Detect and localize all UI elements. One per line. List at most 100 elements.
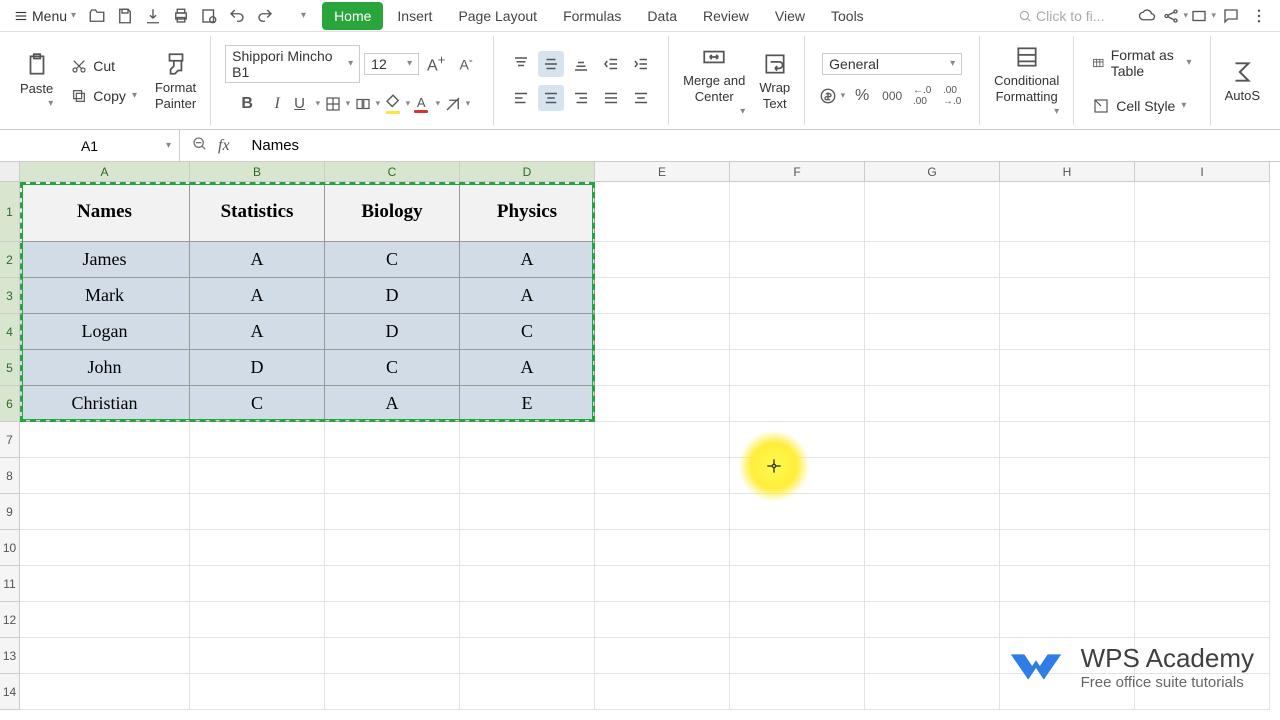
cell-I4[interactable] xyxy=(1135,314,1270,350)
font-color-button[interactable]: A▾ xyxy=(414,91,440,117)
cell-C1[interactable]: Biology xyxy=(325,182,460,242)
comma-icon[interactable]: 000 xyxy=(879,83,905,109)
col-header-H[interactable]: H xyxy=(1000,162,1135,182)
cell-H9[interactable] xyxy=(1000,494,1135,530)
tab-tools[interactable]: Tools xyxy=(819,2,876,30)
cell-E1[interactable] xyxy=(595,182,730,242)
cell-I10[interactable] xyxy=(1135,530,1270,566)
cell-D9[interactable] xyxy=(460,494,595,530)
merge-center-button[interactable]: Merge and Center▾ xyxy=(679,43,749,118)
cell-F11[interactable] xyxy=(730,566,865,602)
cell-I1[interactable] xyxy=(1135,182,1270,242)
align-bottom-icon[interactable] xyxy=(568,51,594,77)
cell-E14[interactable] xyxy=(595,674,730,710)
align-left-icon[interactable] xyxy=(508,85,534,111)
row-header-9[interactable]: 9 xyxy=(0,494,20,530)
cell-H6[interactable] xyxy=(1000,386,1135,422)
cell-I5[interactable] xyxy=(1135,350,1270,386)
orientation-icon[interactable] xyxy=(628,85,654,111)
cell-I2[interactable] xyxy=(1135,242,1270,278)
col-header-E[interactable]: E xyxy=(595,162,730,182)
cell-G9[interactable] xyxy=(865,494,1000,530)
number-format-select[interactable]: General▾ xyxy=(822,53,962,75)
cell-F4[interactable] xyxy=(730,314,865,350)
cell-H2[interactable] xyxy=(1000,242,1135,278)
align-justify-icon[interactable] xyxy=(598,85,624,111)
cell-B1[interactable]: Statistics xyxy=(190,182,325,242)
bold-button[interactable]: B xyxy=(234,91,260,117)
tab-insert[interactable]: Insert xyxy=(385,2,444,30)
tab-data[interactable]: Data xyxy=(635,2,689,30)
cell-G2[interactable] xyxy=(865,242,1000,278)
cell-D8[interactable] xyxy=(460,458,595,494)
name-box[interactable]: A1 ▾ xyxy=(0,130,180,161)
cell-A8[interactable] xyxy=(20,458,190,494)
align-middle-icon[interactable] xyxy=(538,51,564,77)
cell-A5[interactable]: John xyxy=(20,350,190,386)
cell-E10[interactable] xyxy=(595,530,730,566)
tab-page-layout[interactable]: Page Layout xyxy=(446,2,549,30)
font-name-select[interactable]: Shippori Mincho B1▾ xyxy=(225,45,360,83)
app-menu-button[interactable]: Menu ▾ xyxy=(8,4,82,28)
cell-G12[interactable] xyxy=(865,602,1000,638)
cell-D3[interactable]: A xyxy=(460,278,595,314)
cell-E13[interactable] xyxy=(595,638,730,674)
cell-H5[interactable] xyxy=(1000,350,1135,386)
increase-decimal-icon[interactable]: .00→.0 xyxy=(939,83,965,109)
cell-E3[interactable] xyxy=(595,278,730,314)
cell-A11[interactable] xyxy=(20,566,190,602)
col-header-A[interactable]: A xyxy=(20,162,190,182)
undo-icon[interactable] xyxy=(224,3,250,29)
cell-C3[interactable]: D xyxy=(325,278,460,314)
cell-I12[interactable] xyxy=(1135,602,1270,638)
cell-H11[interactable] xyxy=(1000,566,1135,602)
cell-G5[interactable] xyxy=(865,350,1000,386)
cell-B11[interactable] xyxy=(190,566,325,602)
cell-C14[interactable] xyxy=(325,674,460,710)
cell-G3[interactable] xyxy=(865,278,1000,314)
align-right-icon[interactable] xyxy=(568,85,594,111)
cell-A7[interactable] xyxy=(20,422,190,458)
col-header-F[interactable]: F xyxy=(730,162,865,182)
cell-G8[interactable] xyxy=(865,458,1000,494)
cell-C6[interactable]: A xyxy=(325,386,460,422)
cell-D2[interactable]: A xyxy=(460,242,595,278)
cell-G10[interactable] xyxy=(865,530,1000,566)
cell-A9[interactable] xyxy=(20,494,190,530)
cell-B5[interactable]: D xyxy=(190,350,325,386)
cell-B13[interactable] xyxy=(190,638,325,674)
conditional-formatting-button[interactable]: Conditional Formatting▾ xyxy=(990,43,1063,118)
indent-decrease-icon[interactable] xyxy=(598,51,624,77)
cell-D7[interactable] xyxy=(460,422,595,458)
row-header-5[interactable]: 5 xyxy=(0,350,20,386)
cell-D6[interactable]: E xyxy=(460,386,595,422)
row-header-3[interactable]: 3 xyxy=(0,278,20,314)
cell-C2[interactable]: C xyxy=(325,242,460,278)
open-icon[interactable] xyxy=(84,3,110,29)
cell-F5[interactable] xyxy=(730,350,865,386)
cell-H7[interactable] xyxy=(1000,422,1135,458)
cell-D1[interactable]: Physics xyxy=(460,182,595,242)
font-size-select[interactable]: 12▾ xyxy=(364,53,419,75)
merge-toggle-icon[interactable]: ▾ xyxy=(354,91,380,117)
cell-E2[interactable] xyxy=(595,242,730,278)
currency-icon[interactable]: ▾ xyxy=(819,83,845,109)
cell-A6[interactable]: Christian xyxy=(20,386,190,422)
indent-increase-icon[interactable] xyxy=(628,51,654,77)
copy-button[interactable]: Copy▾ xyxy=(67,86,141,106)
cell-A10[interactable] xyxy=(20,530,190,566)
cell-E12[interactable] xyxy=(595,602,730,638)
cell-E11[interactable] xyxy=(595,566,730,602)
row-header-11[interactable]: 11 xyxy=(0,566,20,602)
tab-view[interactable]: View xyxy=(763,2,817,30)
cell-I11[interactable] xyxy=(1135,566,1270,602)
col-header-D[interactable]: D xyxy=(460,162,595,182)
clear-format-button[interactable]: ▾ xyxy=(444,91,470,117)
cell-C5[interactable]: C xyxy=(325,350,460,386)
borders-button[interactable]: ▾ xyxy=(324,91,350,117)
cell-E9[interactable] xyxy=(595,494,730,530)
cell-B14[interactable] xyxy=(190,674,325,710)
percent-icon[interactable]: % xyxy=(849,83,875,109)
cell-G4[interactable] xyxy=(865,314,1000,350)
cell-H12[interactable] xyxy=(1000,602,1135,638)
